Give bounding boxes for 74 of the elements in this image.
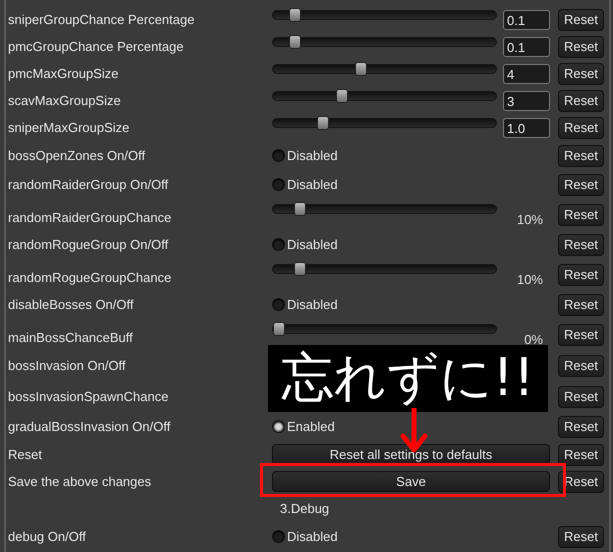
value-field[interactable]: 1.0 — [503, 118, 550, 138]
reset-button[interactable]: Reset — [558, 526, 604, 548]
setting-label: pmcMaxGroupSize — [8, 66, 120, 81]
reset-button[interactable]: Reset — [558, 8, 604, 30]
toggle-radio[interactable] — [272, 149, 285, 162]
percent-reading: 0% — [523, 332, 543, 347]
slider-thumb[interactable] — [288, 8, 301, 22]
reset-button[interactable]: Reset — [558, 294, 604, 316]
slider-track[interactable] — [272, 64, 497, 74]
reset-button[interactable]: Reset — [558, 264, 604, 286]
section-heading: 3.Debug — [280, 501, 330, 516]
value-field[interactable]: 3 — [503, 90, 550, 110]
setting-label: mainBossChanceBuff — [8, 330, 134, 345]
slider-track[interactable] — [272, 264, 497, 274]
setting-label: bossInvasionSpawnChance — [8, 389, 170, 404]
setting-label: debug On/Off — [8, 529, 87, 544]
reset-button[interactable]: Reset — [558, 116, 604, 138]
slider-thumb[interactable] — [317, 116, 330, 130]
toggle-radio[interactable] — [272, 238, 285, 251]
setting-label: gradualBossInvasion On/Off — [8, 419, 172, 434]
setting-label: randomRogueGroupChance — [8, 270, 172, 285]
slider-thumb[interactable] — [294, 262, 306, 276]
percent-reading: 10% — [516, 272, 543, 287]
setting-label: Reset — [8, 447, 43, 462]
reset-button[interactable]: Reset — [558, 234, 604, 256]
setting-label: sniperGroupChance Percentage — [8, 12, 196, 27]
slider-thumb[interactable] — [355, 62, 368, 76]
setting-label: sniperMaxGroupSize — [8, 120, 130, 135]
slider-track[interactable] — [272, 10, 497, 20]
setting-label: scavMaxGroupSize — [8, 93, 122, 108]
toggle-status: Disabled — [287, 297, 338, 312]
value-field[interactable]: 0.1 — [503, 36, 550, 56]
toggle-status: Disabled — [287, 529, 338, 544]
annotation-label: 忘れずに!! — [268, 345, 548, 412]
slider-thumb[interactable] — [336, 88, 348, 102]
reset-button[interactable]: Reset — [558, 62, 604, 84]
setting-label: bossOpenZones On/Off — [8, 148, 146, 163]
setting-label: bossInvasion On/Off — [8, 358, 127, 373]
setting-label: randomRogueGroup On/Off — [8, 237, 170, 252]
toggle-radio[interactable] — [272, 178, 285, 191]
slider-track[interactable] — [272, 90, 497, 100]
setting-label: disableBosses On/Off — [8, 297, 134, 312]
slider-thumb[interactable] — [294, 202, 306, 216]
reset-button[interactable]: Reset — [558, 324, 604, 346]
slider-track[interactable] — [272, 36, 497, 46]
reset-button[interactable]: Reset — [558, 354, 604, 376]
setting-label: pmcGroupChance Percentage — [8, 39, 185, 54]
slider-track[interactable] — [272, 204, 497, 214]
toggle-status: Disabled — [287, 148, 338, 163]
reset-button[interactable]: Reset — [558, 204, 604, 226]
reset-button[interactable]: Reset — [558, 144, 604, 166]
reset-button[interactable]: Reset — [558, 416, 604, 438]
slider-thumb[interactable] — [288, 34, 301, 48]
percent-reading: 10% — [516, 212, 543, 227]
value-field[interactable]: 4 — [503, 64, 550, 84]
reset-button[interactable]: Reset — [558, 36, 604, 58]
reset-button[interactable]: Reset — [558, 90, 604, 112]
toggle-status: Disabled — [287, 237, 338, 252]
setting-label: randomRaiderGroup On/Off — [8, 177, 170, 192]
action-button[interactable]: Save — [272, 471, 550, 492]
toggle-radio[interactable] — [272, 420, 285, 433]
setting-label: randomRaiderGroupChance — [8, 210, 172, 225]
toggle-radio[interactable] — [272, 298, 285, 311]
slider-track[interactable] — [272, 324, 497, 334]
toggle-radio[interactable] — [272, 530, 285, 543]
toggle-status: Disabled — [287, 177, 338, 192]
toggle-status: Enabled — [287, 419, 335, 434]
reset-button[interactable]: Reset — [558, 386, 604, 408]
reset-button[interactable]: Reset — [558, 174, 604, 196]
reset-button[interactable]: Reset — [558, 444, 604, 466]
slider-thumb[interactable] — [273, 322, 285, 336]
slider-track[interactable] — [272, 118, 497, 128]
setting-label: Save the above changes — [8, 474, 152, 489]
value-field[interactable]: 0.1 — [503, 10, 550, 30]
